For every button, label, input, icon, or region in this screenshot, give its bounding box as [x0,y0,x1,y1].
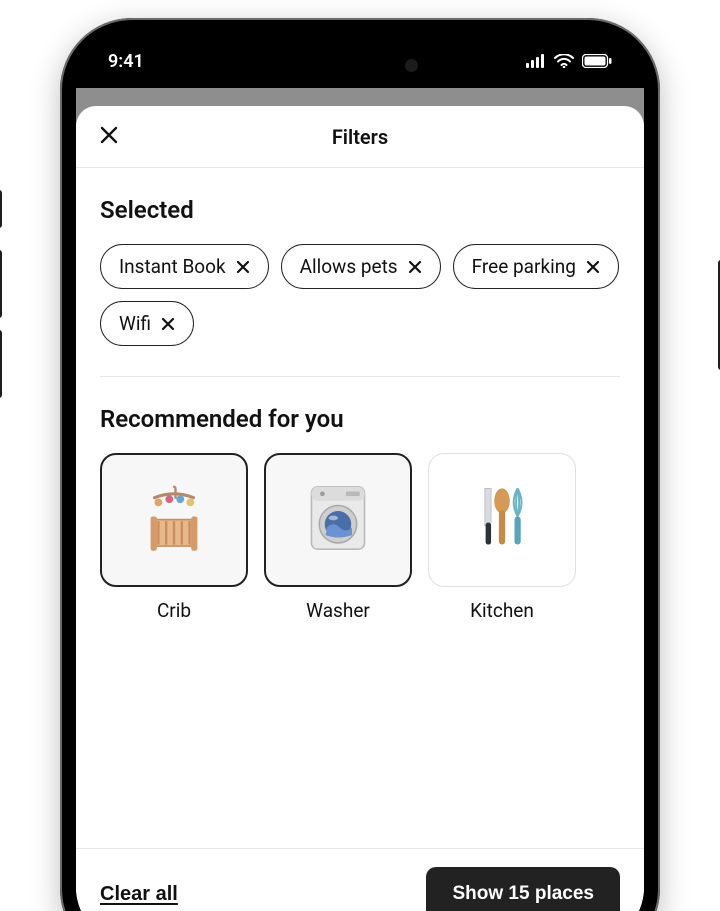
phone-side-button [0,250,2,318]
sheet-title: Filters [332,125,388,149]
chip-wifi[interactable]: Wifi [100,301,194,346]
recommended-list: Crib [100,453,620,622]
recommended-section: Recommended for you [100,377,620,652]
kitchen-icon [463,479,541,561]
battery-icon [582,54,612,68]
selected-section: Selected Instant Book Allows pets [100,168,620,377]
washer-icon [299,479,377,561]
recommended-item-crib[interactable]: Crib [100,453,248,622]
clear-all-button[interactable]: Clear all [100,883,178,906]
remove-chip-icon[interactable] [586,260,600,274]
recommended-item-washer[interactable]: Washer [264,453,412,622]
status-bar: 9:41 [76,34,644,88]
remove-chip-icon[interactable] [161,317,175,331]
chip-free-parking[interactable]: Free parking [453,244,619,289]
phone-side-button [0,190,2,228]
chip-label: Allows pets [300,255,398,278]
crib-icon [135,479,213,561]
recommended-label: Kitchen [470,599,534,622]
dynamic-island [290,48,430,82]
phone-frame: 9:41 [60,18,660,911]
cellular-signal-icon [526,54,546,68]
close-button[interactable] [94,122,124,152]
sheet-header: Filters [76,106,644,168]
chip-label: Free parking [472,255,576,278]
chip-allows-pets[interactable]: Allows pets [281,244,441,289]
remove-chip-icon[interactable] [408,260,422,274]
wifi-icon [554,54,574,68]
chip-label: Wifi [119,312,151,335]
remove-chip-icon[interactable] [236,260,250,274]
device-mock: 9:41 [0,0,720,911]
sheet-footer: Clear all Show 15 places [76,848,644,911]
close-icon [100,126,118,147]
status-time: 9:41 [108,51,144,72]
chip-label: Instant Book [119,255,226,278]
chip-instant-book[interactable]: Instant Book [100,244,269,289]
section-title-recommended: Recommended for you [100,405,620,433]
recommended-label: Crib [157,599,191,622]
recommended-label: Washer [306,599,370,622]
selected-chips: Instant Book Allows pets [100,244,620,346]
modal-backdrop [76,88,644,106]
filters-sheet: Filters Selected Instant Book [76,106,644,911]
section-title-selected: Selected [100,196,620,224]
recommended-item-kitchen[interactable]: Kitchen [428,453,576,622]
show-results-button[interactable]: Show 15 places [426,867,620,911]
phone-side-button [0,330,2,398]
